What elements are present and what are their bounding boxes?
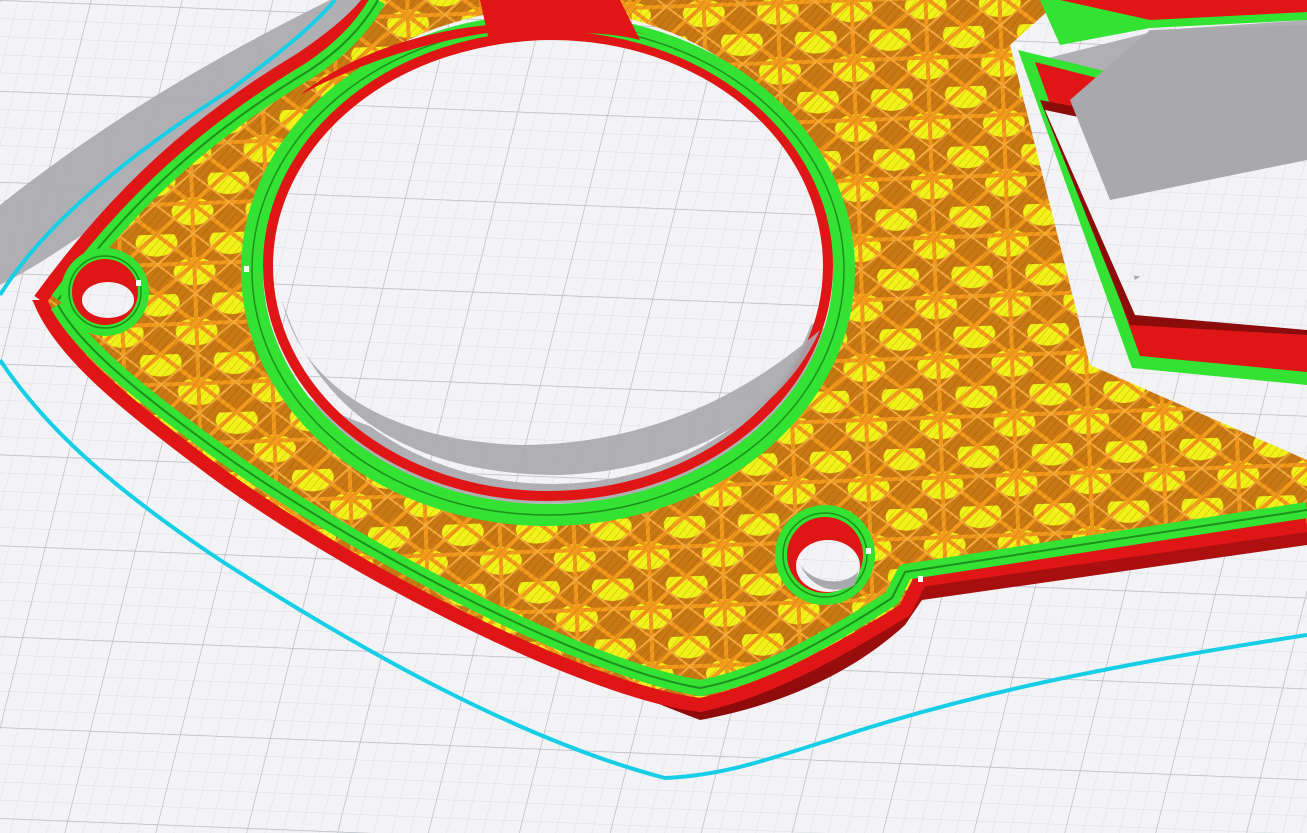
mount-hole-right [775,505,875,605]
print-preview-canvas[interactable] [0,0,1307,833]
mount-hole-left [61,248,149,336]
3d-viewport[interactable] [0,0,1307,833]
